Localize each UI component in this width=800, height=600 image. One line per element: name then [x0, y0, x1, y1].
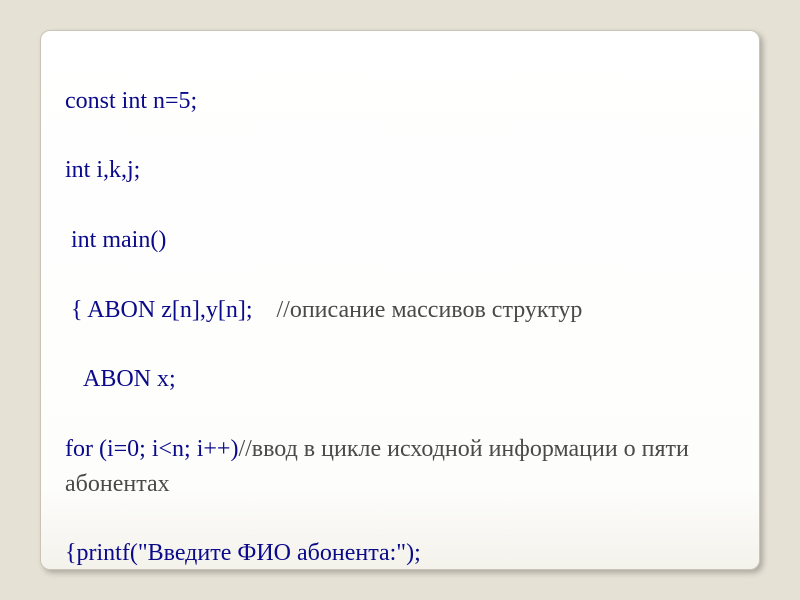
code-line: { ABON z[n],y[n];: [65, 297, 277, 323]
code-line: int main(): [65, 227, 166, 253]
code-line: const int n=5;: [65, 88, 197, 114]
slide-panel: const int n=5; int i,k,j; int main() { A…: [40, 30, 760, 570]
code-comment: //описание массивов структур: [277, 297, 583, 323]
code-line: int i,k,j;: [65, 157, 140, 183]
code-block: const int n=5; int i,k,j; int main() { A…: [65, 49, 735, 600]
code-line: for (i=0; i<n; i++): [65, 436, 238, 462]
code-line: ABON x;: [65, 366, 176, 392]
code-line: {printf("Введите ФИО абонента:");: [65, 540, 421, 566]
